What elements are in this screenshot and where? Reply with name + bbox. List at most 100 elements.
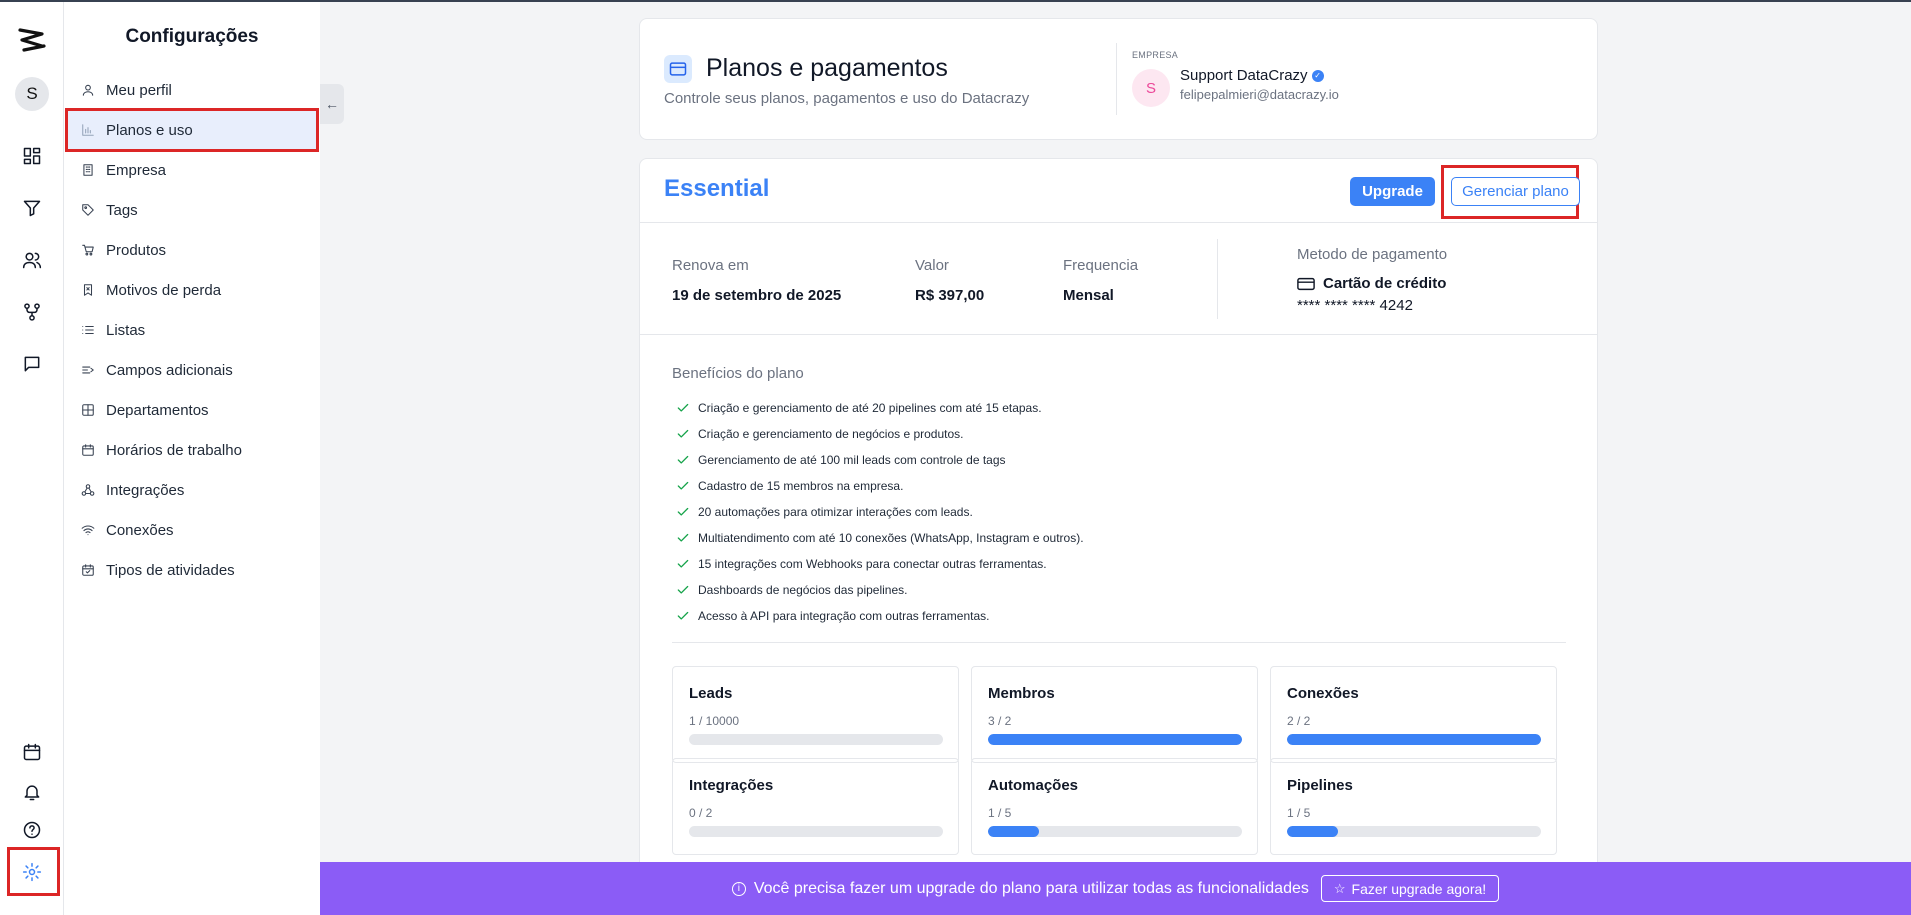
logo-icon[interactable] bbox=[16, 24, 48, 56]
sidebar-item-tipos-de-atividades[interactable]: Tipos de atividades bbox=[64, 550, 320, 590]
upgrade-banner: i Você precisa fazer um upgrade do plano… bbox=[320, 862, 1911, 915]
user-icon bbox=[80, 82, 96, 98]
benefit-item: Criação e gerenciamento de até 20 pipeli… bbox=[672, 395, 1084, 421]
calendar-icon bbox=[80, 442, 96, 458]
usage-title: Pipelines bbox=[1287, 777, 1353, 794]
calendar-check-icon bbox=[80, 562, 96, 578]
grid-icon bbox=[80, 402, 96, 418]
flow-icon[interactable] bbox=[20, 300, 44, 324]
benefit-text: 15 integrações com Webhooks para conecta… bbox=[698, 557, 1047, 571]
frequency-label: Frequencia bbox=[1063, 257, 1139, 274]
check-icon bbox=[676, 479, 690, 493]
company-label: EMPRESA bbox=[1132, 50, 1179, 60]
frequency-value: Mensal bbox=[1063, 287, 1114, 304]
text-cursor-icon bbox=[80, 362, 96, 378]
check-icon bbox=[676, 583, 690, 597]
settings-highlight bbox=[7, 847, 60, 896]
usage-count: 2 / 2 bbox=[1287, 714, 1311, 728]
benefit-item: Cadastro de 15 membros na empresa. bbox=[672, 473, 1084, 499]
usage-progress-fill bbox=[1287, 826, 1338, 837]
upgrade-now-button[interactable]: ☆ Fazer upgrade agora! bbox=[1320, 875, 1500, 902]
upgrade-now-label: Fazer upgrade agora! bbox=[1351, 880, 1487, 897]
usage-progress-track bbox=[689, 826, 943, 837]
verified-icon: ✓ bbox=[1311, 70, 1324, 83]
company-name-text: Support DataCrazy bbox=[1180, 67, 1308, 84]
company-avatar: S bbox=[1132, 69, 1170, 107]
tag-icon bbox=[80, 202, 96, 218]
check-icon bbox=[676, 609, 690, 623]
sidebar-item-meu-perfil[interactable]: Meu perfil bbox=[64, 70, 320, 110]
renew-label: Renova em bbox=[672, 257, 749, 274]
settings-menu: Meu perfil Planos e uso Empresa Tags Pro… bbox=[64, 70, 320, 590]
credit-card-icon bbox=[1297, 277, 1315, 290]
check-icon bbox=[676, 453, 690, 467]
sidebar-item-empresa[interactable]: Empresa bbox=[64, 150, 320, 190]
usage-title: Integrações bbox=[689, 777, 774, 794]
renew-value: 19 de setembro de 2025 bbox=[672, 287, 842, 304]
collapse-sidebar-button[interactable]: ← bbox=[320, 84, 344, 124]
users-icon[interactable] bbox=[20, 248, 44, 272]
sidebar-item-planos-e-uso[interactable]: Planos e uso bbox=[65, 108, 319, 152]
sidebar-item-departamentos[interactable]: Departamentos bbox=[64, 390, 320, 430]
sidebar-item-campos-adicionais[interactable]: Campos adicionais bbox=[64, 350, 320, 390]
plan-card: Essential Upgrade Gerenciar plano Renova… bbox=[639, 158, 1598, 915]
dashboard-icon[interactable] bbox=[20, 144, 44, 168]
arrow-left-icon: ← bbox=[325, 96, 339, 112]
sidebar-item-label: Listas bbox=[106, 321, 146, 339]
info-icon: i bbox=[731, 881, 746, 896]
usage-count: 1 / 5 bbox=[988, 806, 1012, 820]
sidebar-item-tags[interactable]: Tags bbox=[64, 190, 320, 230]
divider bbox=[672, 642, 1566, 643]
payment-method-type: Cartão de crédito bbox=[1297, 275, 1446, 292]
usage-progress-track bbox=[988, 734, 1242, 745]
check-icon bbox=[676, 505, 690, 519]
check-icon bbox=[676, 531, 690, 545]
benefit-text: Criação e gerenciamento de negócios e pr… bbox=[698, 427, 964, 441]
banner-message: Você precisa fazer um upgrade do plano p… bbox=[753, 879, 1309, 897]
usage-card-automacoes: Automações 1 / 5 bbox=[971, 758, 1258, 855]
usage-progress-track bbox=[988, 826, 1242, 837]
check-icon bbox=[676, 427, 690, 441]
benefit-text: Dashboards de negócios das pipelines. bbox=[698, 583, 908, 597]
sidebar-item-integracoes[interactable]: Integrações bbox=[64, 470, 320, 510]
plan-header: Essential Upgrade Gerenciar plano bbox=[640, 159, 1597, 223]
usage-card-conexoes: Conexões 2 / 2 bbox=[1270, 666, 1557, 763]
usage-card-leads: Leads 1 / 10000 bbox=[672, 666, 959, 763]
usage-card-integracoes: Integrações 0 / 2 bbox=[672, 758, 959, 855]
sidebar-item-produtos[interactable]: Produtos bbox=[64, 230, 320, 270]
sidebar-item-listas[interactable]: Listas bbox=[64, 310, 320, 350]
manage-plan-button[interactable]: Gerenciar plano bbox=[1451, 177, 1580, 206]
page-subtitle: Controle seus planos, pagamentos e uso d… bbox=[664, 90, 1030, 107]
filter-icon[interactable] bbox=[20, 196, 44, 220]
help-icon[interactable] bbox=[20, 818, 44, 842]
sidebar-item-conexoes[interactable]: Conexões bbox=[64, 510, 320, 550]
check-icon bbox=[676, 401, 690, 415]
credit-card-icon bbox=[664, 55, 692, 83]
benefit-text: Acesso à API para integração com outras … bbox=[698, 609, 990, 623]
usage-title: Membros bbox=[988, 685, 1055, 702]
gear-icon[interactable] bbox=[20, 860, 44, 884]
upgrade-button[interactable]: Upgrade bbox=[1350, 177, 1435, 206]
benefit-item: Dashboards de negócios das pipelines. bbox=[672, 577, 1084, 603]
sidebar-item-label: Conexões bbox=[106, 521, 174, 539]
benefit-item: Acesso à API para integração com outras … bbox=[672, 603, 1084, 629]
usage-title: Leads bbox=[689, 685, 733, 702]
sidebar-item-label: Integrações bbox=[106, 481, 185, 499]
benefit-text: Multiatendimento com até 10 conexões (Wh… bbox=[698, 531, 1084, 545]
sidebar-item-label: Departamentos bbox=[106, 401, 209, 419]
webhook-icon bbox=[80, 482, 96, 498]
benefit-item: Gerenciamento de até 100 mil leads com c… bbox=[672, 447, 1084, 473]
price-label: Valor bbox=[915, 257, 949, 274]
usage-progress-fill bbox=[988, 734, 1242, 745]
chat-icon[interactable] bbox=[20, 352, 44, 376]
benefit-text: Gerenciamento de até 100 mil leads com c… bbox=[698, 453, 1006, 467]
usage-progress-track bbox=[1287, 826, 1541, 837]
sidebar-item-horarios-de-trabalho[interactable]: Horários de trabalho bbox=[64, 430, 320, 470]
avatar[interactable]: S bbox=[15, 77, 49, 111]
benefit-item: 20 automações para otimizar interações c… bbox=[672, 499, 1084, 525]
sidebar-item-motivos-de-perda[interactable]: Motivos de perda bbox=[64, 270, 320, 310]
plan-name: Essential bbox=[664, 175, 770, 202]
calendar-icon[interactable] bbox=[20, 740, 44, 764]
sidebar-item-label: Horários de trabalho bbox=[106, 441, 242, 459]
bell-icon[interactable] bbox=[20, 780, 44, 804]
